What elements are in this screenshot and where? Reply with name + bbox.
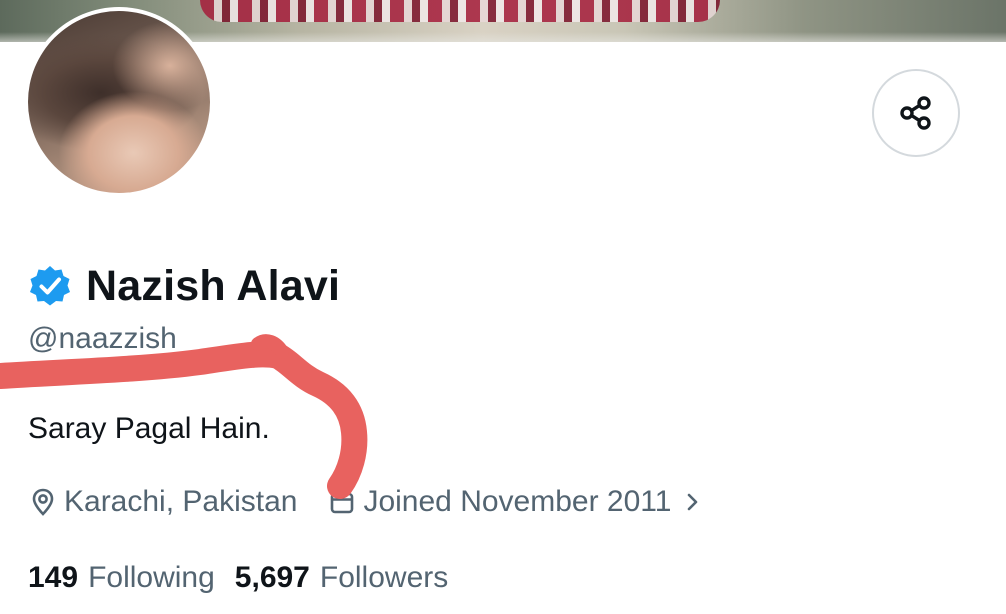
banner-image-decoration xyxy=(200,0,720,22)
followers-label: Followers xyxy=(319,561,449,594)
share-button[interactable] xyxy=(872,69,960,157)
share-icon xyxy=(900,96,931,130)
verified-badge-icon[interactable] xyxy=(28,264,72,308)
joined-text: Joined November 2011 xyxy=(363,485,672,518)
following-label: Following xyxy=(88,561,215,594)
avatar[interactable] xyxy=(24,7,214,197)
location-pin-icon xyxy=(32,488,54,516)
followers-count: 5,697 xyxy=(234,561,310,594)
follow-stats: 149 Following 5,697 Followers xyxy=(28,558,448,598)
user-handle: @naazzish xyxy=(28,322,177,355)
calendar-icon xyxy=(331,491,354,514)
display-name: Nazish Alavi xyxy=(86,261,341,310)
location-item: Karachi, Pakistan xyxy=(28,485,297,519)
profile-page: Nazish Alavi @naazzish Saray Pagal Hain.… xyxy=(0,0,1006,614)
name-row: Nazish Alavi xyxy=(28,258,340,314)
following-count: 149 xyxy=(28,561,79,594)
profile-meta: Karachi, Pakistan Joined November 2011 xyxy=(28,482,707,522)
followers-link[interactable]: 5,697 Followers xyxy=(235,561,448,595)
avatar-image xyxy=(28,11,210,193)
following-link[interactable]: 149 Following xyxy=(28,561,215,595)
bio: Saray Pagal Hain. xyxy=(28,412,270,445)
joined-item[interactable]: Joined November 2011 xyxy=(327,485,707,519)
chevron-right-icon xyxy=(688,493,698,511)
location-text: Karachi, Pakistan xyxy=(64,485,298,518)
